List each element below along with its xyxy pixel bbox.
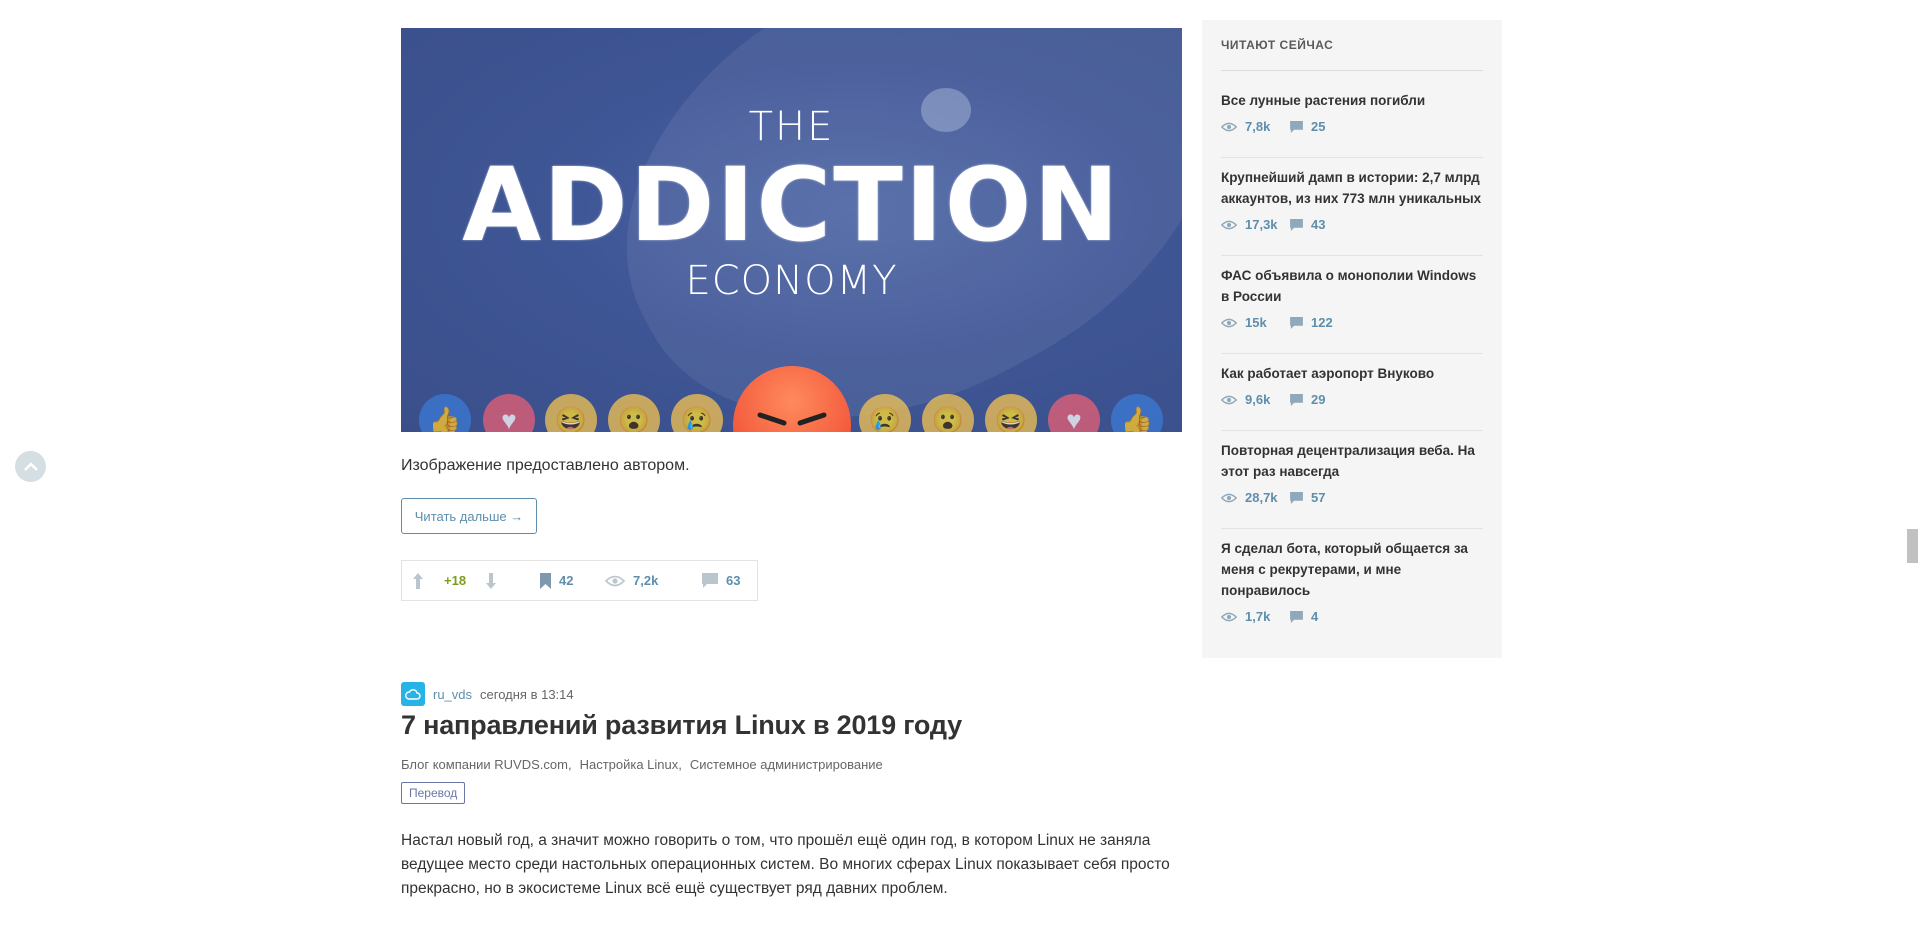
sidebar-item[interactable]: ФАС объявила о монополии Windows в Росси… <box>1221 265 1483 330</box>
sidebar-item-title[interactable]: Повторная децентрализация веба. На этот … <box>1221 440 1483 482</box>
eye-icon <box>605 575 625 586</box>
haha-reaction-icon: 😆 <box>545 394 597 432</box>
comments-link[interactable]: 63 <box>702 561 740 600</box>
comment-icon <box>1290 120 1303 133</box>
scrollbar-thumb[interactable] <box>1907 529 1918 563</box>
translation-badge[interactable]: Перевод <box>401 782 466 804</box>
sidebar-reading-now: ЧИТАЮТ СЕЙЧАС Все лунные растения погибл… <box>1202 20 1502 658</box>
haha-reaction-icon: 😆 <box>985 394 1037 432</box>
author-link[interactable]: ru_vds <box>433 687 472 702</box>
scroll-to-top-button[interactable] <box>15 451 46 482</box>
hub-link[interactable]: Настройка Linux, <box>580 757 682 772</box>
arrow-down-icon <box>486 572 496 589</box>
hub-link[interactable]: Системное администрирование <box>690 757 883 772</box>
sad-reaction-icon: 😢 <box>859 394 911 432</box>
vote-down-button[interactable] <box>485 561 497 600</box>
sidebar-item-comments: 122 <box>1311 315 1333 330</box>
read-more-button[interactable]: Читать дальше → <box>401 498 537 534</box>
vote-up-button[interactable] <box>412 561 424 600</box>
eye-icon <box>1221 220 1237 229</box>
sidebar-item-title[interactable]: ФАС объявила о монополии Windows в Росси… <box>1221 265 1483 307</box>
like-reaction-icon: 👍 <box>419 394 471 432</box>
views-count: 7,2k <box>633 573 659 588</box>
post-lead-text: Настал новый год, а значит можно говорит… <box>401 832 1170 897</box>
sidebar-item-views: 17,3k <box>1245 217 1278 232</box>
banner-text-economy: ECONOMY <box>685 258 898 304</box>
post-image: THE ADDICTION ECONOMY 👍 ♥ 😆 😮 😢 😢 😮 😆 ♥ … <box>401 28 1182 432</box>
hub-link[interactable]: Блог компании RUVDS.com, <box>401 757 572 772</box>
sidebar-item[interactable]: Я сделал бота, который общается за меня … <box>1221 538 1483 624</box>
avatar[interactable] <box>401 682 425 706</box>
image-caption: Изображение предоставлено автором. <box>401 457 690 474</box>
sidebar-item-title[interactable]: Все лунные растения погибли <box>1221 90 1483 111</box>
arrow-up-icon <box>413 572 423 589</box>
sidebar-item-title[interactable]: Как работает аэропорт Внуково <box>1221 363 1483 384</box>
love-reaction-icon: ♥ <box>483 394 535 432</box>
sidebar-item-comments: 4 <box>1311 609 1319 624</box>
sidebar-item[interactable]: Как работает аэропорт Внуково 9,6k 29 <box>1221 363 1483 407</box>
cloud-icon <box>405 689 421 700</box>
sidebar-item-comments: 29 <box>1311 392 1326 407</box>
wow-reaction-icon: 😮 <box>608 394 660 432</box>
post-score: +18 <box>444 573 467 588</box>
comment-icon <box>1290 491 1303 504</box>
sidebar-item[interactable]: Повторная децентрализация веба. На этот … <box>1221 440 1483 505</box>
sidebar-item-comments: 43 <box>1311 217 1326 232</box>
sad-reaction-icon: 😢 <box>671 394 723 432</box>
sidebar-item-title[interactable]: Я сделал бота, который общается за меня … <box>1221 538 1483 601</box>
sidebar-item-title[interactable]: Крупнейший дамп в истории: 2,7 млрд акка… <box>1221 167 1483 209</box>
eye-icon <box>1221 318 1237 327</box>
post-date: сегодня в 13:14 <box>480 686 574 702</box>
bookmarks-count: 42 <box>559 573 574 588</box>
banner-text-main: ADDICTION <box>462 146 1121 265</box>
eye-icon <box>1221 395 1237 404</box>
angry-reaction-icon <box>733 366 851 432</box>
post-stats-bar: +18 42 7,2k 63 <box>401 560 758 601</box>
comment-icon <box>1290 610 1303 623</box>
sidebar-item-comments: 57 <box>1311 490 1326 505</box>
like-reaction-icon: 👍 <box>1111 394 1163 432</box>
comment-icon <box>1290 393 1303 406</box>
love-reaction-icon: ♥ <box>1048 394 1100 432</box>
sidebar-item-comments: 25 <box>1311 119 1326 134</box>
eye-icon <box>1221 122 1237 131</box>
post-meta: ru_vds сегодня в 13:14 <box>401 682 574 706</box>
comment-icon <box>702 573 718 588</box>
sidebar-title: ЧИТАЮТ СЕЙЧАС <box>1221 38 1334 52</box>
wow-reaction-icon: 😮 <box>922 394 974 432</box>
page-scrollbar[interactable] <box>1903 0 1920 925</box>
post-title-link[interactable]: 7 направлений развития Linux в 2019 году <box>401 710 962 741</box>
eye-icon <box>1221 612 1237 621</box>
comment-icon <box>1290 316 1303 329</box>
sidebar-item-views: 28,7k <box>1245 490 1278 505</box>
sidebar-item[interactable]: Крупнейший дамп в истории: 2,7 млрд акка… <box>1221 167 1483 232</box>
bookmark-icon <box>540 572 551 589</box>
sidebar-item[interactable]: Все лунные растения погибли 7,8k 25 <box>1221 90 1483 134</box>
reaction-row: 👍 ♥ 😆 😮 😢 😢 😮 😆 ♥ 👍 <box>401 366 1182 432</box>
sidebar-item-views: 15k <box>1245 315 1267 330</box>
chevron-up-icon <box>23 461 38 471</box>
hubs-list: Блог компании RUVDS.com, Настройка Linux… <box>401 757 883 772</box>
sidebar-item-views: 1,7k <box>1245 609 1271 624</box>
sidebar-item-views: 9,6k <box>1245 392 1271 407</box>
sidebar-item-views: 7,8k <box>1245 119 1271 134</box>
comment-icon <box>1290 218 1303 231</box>
banner-text-the: THE <box>748 104 835 150</box>
eye-icon <box>1221 493 1237 502</box>
bookmark-button[interactable]: 42 <box>540 561 573 600</box>
comments-count: 63 <box>726 573 741 588</box>
